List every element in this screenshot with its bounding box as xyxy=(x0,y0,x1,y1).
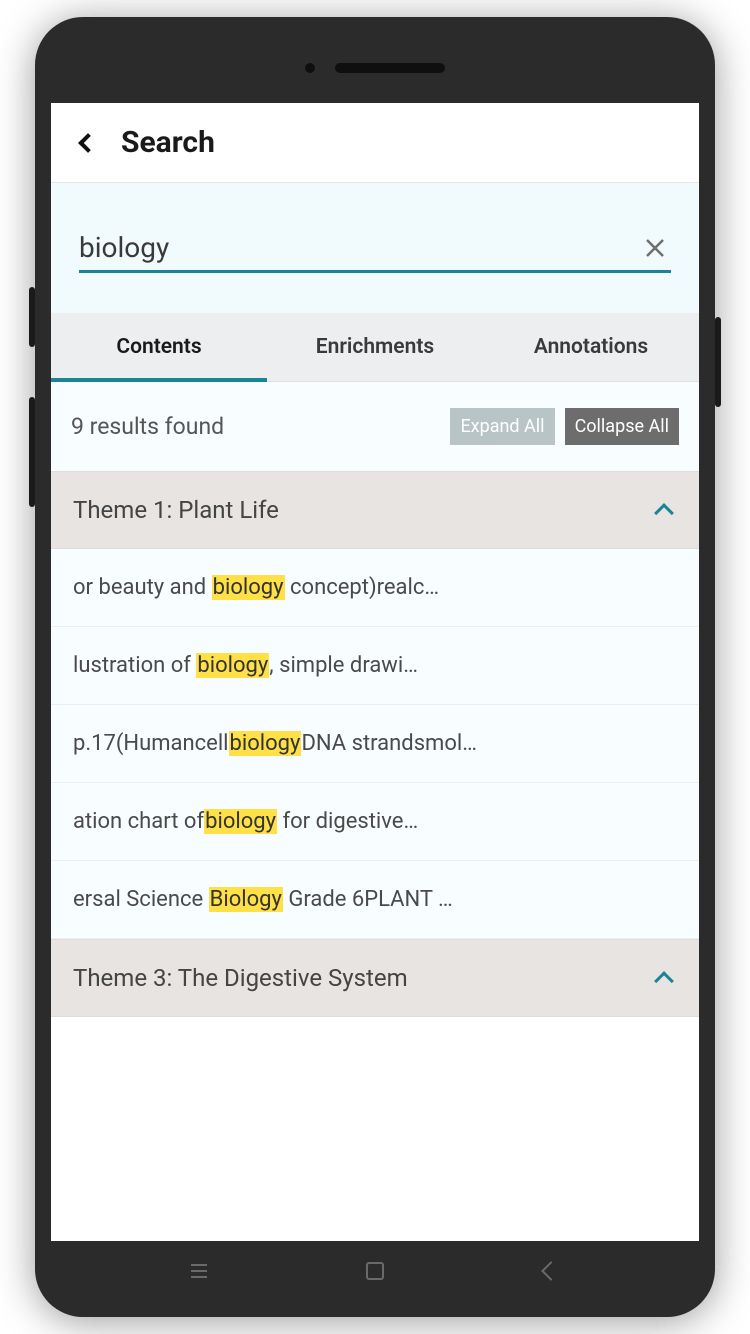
device-inner: Search Contents Enrichments xyxy=(51,33,699,1301)
search-input[interactable] xyxy=(79,231,639,264)
tabs: Contents Enrichments Annotations xyxy=(51,313,699,382)
power-button xyxy=(715,317,721,407)
result-highlight: biology xyxy=(196,653,269,678)
results-list: Theme 1: Plant Life or beauty and biology… xyxy=(51,471,699,1017)
result-row[interactable]: ersal Science Biology Grade 6PLANT … xyxy=(51,861,699,939)
tab-enrichments[interactable]: Enrichments xyxy=(267,313,483,381)
nav-menu-button[interactable] xyxy=(186,1258,212,1284)
device-frame: Search Contents Enrichments xyxy=(35,17,715,1317)
device-nav-bar xyxy=(51,1241,699,1301)
speaker-icon xyxy=(335,63,445,73)
expand-all-button[interactable]: Expand All xyxy=(450,408,554,445)
result-snippet-post: , simple drawi… xyxy=(269,653,418,678)
chevron-up-icon xyxy=(654,971,674,991)
app-header: Search xyxy=(51,103,699,183)
result-snippet-pre: lustration of xyxy=(73,653,196,678)
result-snippet-post: Grade 6PLANT … xyxy=(283,887,453,912)
section-header[interactable]: Theme 3: The Digestive System xyxy=(51,939,699,1017)
result-highlight: biology xyxy=(204,809,277,834)
chevron-left-icon xyxy=(78,133,98,153)
device-top-bar xyxy=(51,33,699,103)
result-snippet-pre: or beauty and xyxy=(73,575,212,600)
section-title: Theme 3: The Digestive System xyxy=(73,964,408,992)
section-title: Theme 1: Plant Life xyxy=(73,496,279,524)
result-highlight: biology xyxy=(212,575,285,600)
result-snippet-post: DNA strandsmol… xyxy=(301,731,477,756)
camera-icon xyxy=(305,63,315,73)
square-icon xyxy=(366,1262,384,1280)
result-row[interactable]: p.17(HumancellbiologyDNA strandsmol… xyxy=(51,705,699,783)
volume-down-button xyxy=(29,397,35,507)
page-title: Search xyxy=(121,125,215,160)
search-field xyxy=(79,231,671,273)
result-row[interactable]: ation chart ofbiology for digestive… xyxy=(51,783,699,861)
nav-home-button[interactable] xyxy=(362,1258,388,1284)
chevron-up-icon xyxy=(654,503,674,523)
result-highlight: biology xyxy=(229,731,302,756)
close-icon xyxy=(645,238,665,258)
result-snippet-pre: p.17(Humancell xyxy=(73,731,229,756)
menu-icon xyxy=(191,1264,207,1278)
result-snippet-pre: ation chart of xyxy=(73,809,204,834)
result-highlight: Biology xyxy=(209,887,283,912)
nav-back-button[interactable] xyxy=(538,1258,564,1284)
result-snippet-post: concept)realc… xyxy=(285,575,440,600)
chevron-left-icon xyxy=(541,1261,561,1281)
expand-collapse-group: Expand All Collapse All xyxy=(450,408,679,445)
result-snippet-pre: ersal Science xyxy=(73,887,209,912)
search-area xyxy=(51,183,699,313)
volume-up-button xyxy=(29,287,35,347)
tab-annotations[interactable]: Annotations xyxy=(483,313,699,381)
clear-search-button[interactable] xyxy=(639,234,671,262)
section-header[interactable]: Theme 1: Plant Life xyxy=(51,471,699,549)
collapse-all-button[interactable]: Collapse All xyxy=(565,408,679,445)
results-bar: 9 results found Expand All Collapse All xyxy=(51,382,699,471)
results-count-label: 9 results found xyxy=(71,413,224,440)
back-button[interactable] xyxy=(75,136,95,150)
app-screen: Search Contents Enrichments xyxy=(51,103,699,1241)
tab-contents[interactable]: Contents xyxy=(51,313,267,381)
result-row[interactable]: or beauty and biology concept)realc… xyxy=(51,549,699,627)
result-row[interactable]: lustration of biology, simple drawi… xyxy=(51,627,699,705)
result-snippet-post: for digestive… xyxy=(277,809,418,834)
